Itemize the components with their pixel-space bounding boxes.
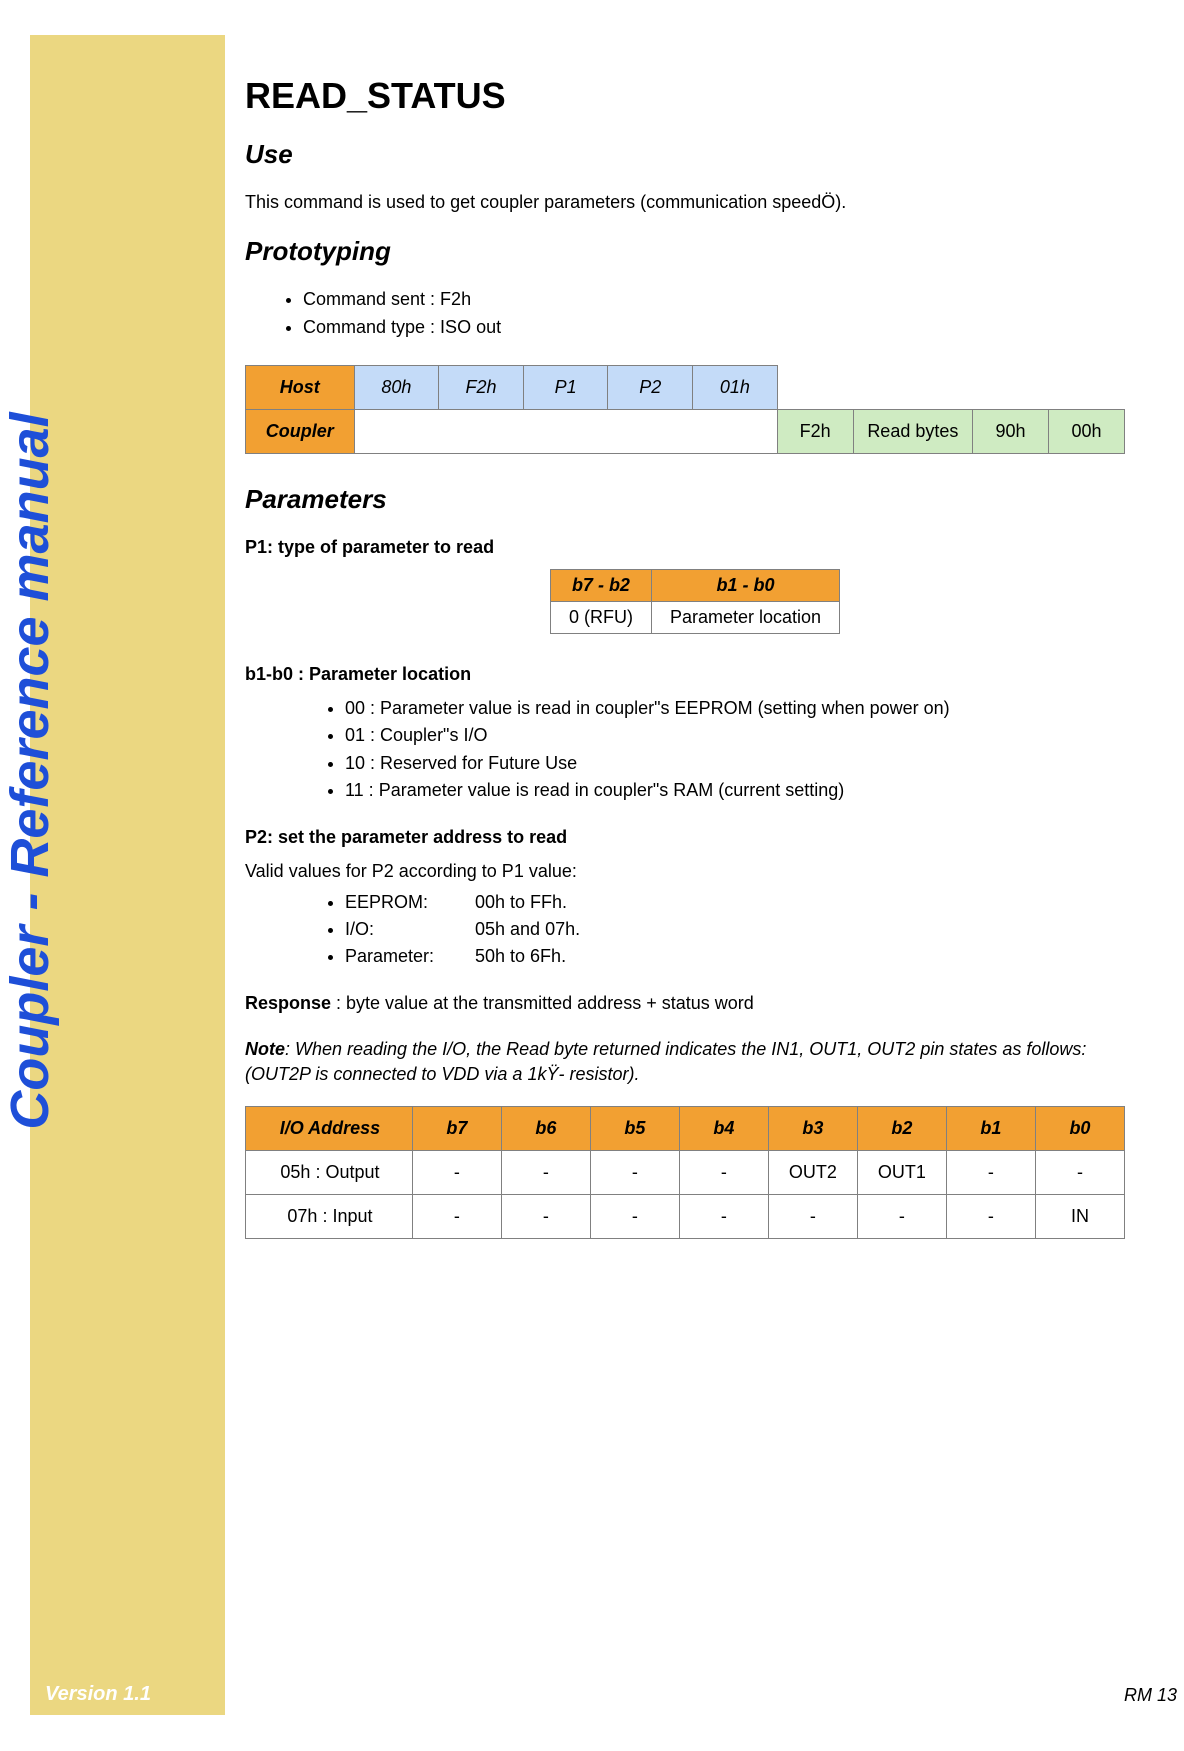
proto-coupler-c0: F2h [777, 409, 853, 453]
heading-prototyping: Prototyping [245, 236, 1145, 267]
b1b0-i1: 01 : Coupler"s I/O [345, 723, 1145, 748]
io-h-b6: b6 [501, 1107, 590, 1151]
response-line: Response : byte value at the transmitted… [245, 991, 1145, 1015]
io-r1-c6: - [501, 1195, 590, 1239]
proto-host-c0: 80h [354, 365, 439, 409]
proto-coupler-c1: Read bytes [853, 409, 972, 453]
p2-row-0: EEPROM:00h to FFh. [345, 890, 1145, 915]
p2-intro: Valid values for P2 according to P1 valu… [245, 859, 1145, 883]
p2-r0-val: 00h to FFh. [475, 890, 567, 915]
p2-row-2: Parameter:50h to 6Fh. [345, 944, 1145, 969]
proto-row-host: Host 80h F2h P1 P2 01h [246, 365, 1125, 409]
b1b0-list: 00 : Parameter value is read in coupler"… [245, 696, 1145, 803]
io-r0-c5: - [590, 1151, 679, 1195]
io-row-1: 07h : Input - - - - - - - IN [246, 1195, 1125, 1239]
io-r0-c6: - [501, 1151, 590, 1195]
p1-h1: b1 - b0 [651, 569, 839, 601]
io-h-b0: b0 [1035, 1107, 1124, 1151]
io-r0-addr: 05h : Output [246, 1151, 413, 1195]
io-r1-c5: - [590, 1195, 679, 1239]
note-line: Note: When reading the I/O, the Read byt… [245, 1037, 1145, 1086]
io-r1-c1: - [946, 1195, 1035, 1239]
io-r0-c3: OUT2 [768, 1151, 857, 1195]
proto-host-c3: P2 [608, 365, 693, 409]
io-r1-addr: 07h : Input [246, 1195, 413, 1239]
note-text: : When reading the I/O, the Read byte re… [245, 1039, 1086, 1083]
b1b0-i0: 00 : Parameter value is read in coupler"… [345, 696, 1145, 721]
proto-coupler-label: Coupler [246, 409, 355, 453]
p2-list: EEPROM:00h to FFh. I/O:05h and 07h. Para… [245, 890, 1145, 970]
io-h-b5: b5 [590, 1107, 679, 1151]
io-r1-c2: - [857, 1195, 946, 1239]
command-title: READ_STATUS [245, 75, 1145, 117]
proto-host-empty [777, 365, 1124, 409]
io-r1-c7: - [412, 1195, 501, 1239]
note-label: Note [245, 1039, 285, 1059]
b1b0-i2: 10 : Reserved for Future Use [345, 751, 1145, 776]
p2-r1-val: 05h and 07h. [475, 917, 580, 942]
io-table: I/O Address b7 b6 b5 b4 b3 b2 b1 b0 05h … [245, 1106, 1125, 1239]
io-r0-c2: OUT1 [857, 1151, 946, 1195]
io-h-b4: b4 [679, 1107, 768, 1151]
proto-host-c2: P1 [523, 365, 608, 409]
io-r0-c1: - [946, 1151, 1035, 1195]
proto-coupler-c3: 00h [1048, 409, 1124, 453]
proto-bullet-0: Command sent : F2h [303, 287, 1145, 312]
version-text: Version 1.1 [45, 1683, 151, 1706]
io-h-b3: b3 [768, 1107, 857, 1151]
io-r0-c0: - [1035, 1151, 1124, 1195]
heading-use: Use [245, 139, 1145, 170]
io-h-b1: b1 [946, 1107, 1035, 1151]
proto-row-coupler: Coupler F2h Read bytes 90h 00h [246, 409, 1125, 453]
proto-coupler-empty [354, 409, 777, 453]
b1b0-heading: b1-b0 : Parameter location [245, 662, 1145, 686]
io-h-addr: I/O Address [246, 1107, 413, 1151]
proto-bullets: Command sent : F2h Command type : ISO ou… [245, 287, 1145, 340]
p1-r1: Parameter location [651, 601, 839, 633]
p1-h0: b7 - b2 [550, 569, 651, 601]
proto-host-c4: 01h [693, 365, 778, 409]
p1-r0: 0 (RFU) [550, 601, 651, 633]
p2-r1-label: I/O: [345, 917, 475, 942]
io-r1-c4: - [679, 1195, 768, 1239]
io-r1-c3: - [768, 1195, 857, 1239]
io-r0-c4: - [679, 1151, 768, 1195]
heading-parameters: Parameters [245, 484, 1145, 515]
p2-r2-label: Parameter: [345, 944, 475, 969]
b1b0-i3: 11 : Parameter value is read in coupler"… [345, 778, 1145, 803]
proto-bullet-1: Command type : ISO out [303, 315, 1145, 340]
use-text: This command is used to get coupler para… [245, 190, 1145, 214]
p2-r0-label: EEPROM: [345, 890, 475, 915]
response-text: : byte value at the transmitted address … [331, 993, 754, 1013]
sidebar-title: Coupler - Reference manual [0, 21, 61, 1521]
io-r0-c7: - [412, 1151, 501, 1195]
proto-host-c1: F2h [439, 365, 524, 409]
io-r1-c0: IN [1035, 1195, 1124, 1239]
response-label: Response [245, 993, 331, 1013]
p1-heading: P1: type of parameter to read [245, 535, 1145, 559]
proto-coupler-c2: 90h [973, 409, 1049, 453]
page-number: RM 13 [1124, 1685, 1177, 1706]
io-h-b7: b7 [412, 1107, 501, 1151]
p1-table: b7 - b2 b1 - b0 0 (RFU) Parameter locati… [550, 569, 840, 634]
main-content: READ_STATUS Use This command is used to … [245, 75, 1145, 1239]
io-h-b2: b2 [857, 1107, 946, 1151]
proto-table: Host 80h F2h P1 P2 01h Coupler F2h Read … [245, 365, 1125, 454]
p2-heading: P2: set the parameter address to read [245, 825, 1145, 849]
io-row-0: 05h : Output - - - - OUT2 OUT1 - - [246, 1151, 1125, 1195]
p2-row-1: I/O:05h and 07h. [345, 917, 1145, 942]
proto-host-label: Host [246, 365, 355, 409]
p2-r2-val: 50h to 6Fh. [475, 944, 566, 969]
